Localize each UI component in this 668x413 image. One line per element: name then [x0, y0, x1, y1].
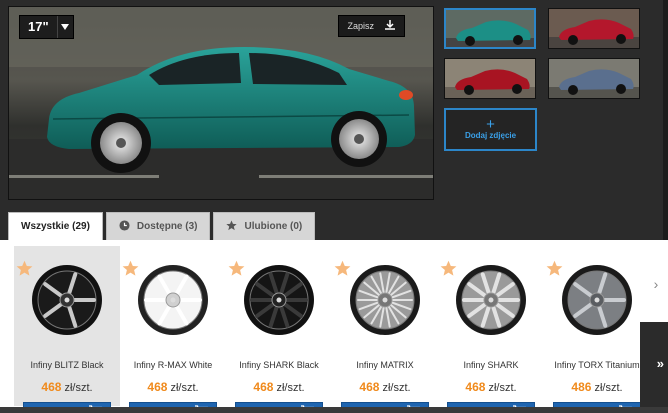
tab-favorites[interactable]: Ulubione (0) [213, 212, 316, 240]
price-amount: 468 [147, 380, 168, 394]
price-amount: 468 [41, 380, 62, 394]
wheel-image[interactable] [31, 264, 103, 336]
bottom-bar [0, 407, 668, 413]
product-price: 468 zł/szt. [332, 380, 438, 394]
price-unit: zł/szt. [167, 382, 199, 394]
favorite-star-icon[interactable] [546, 260, 563, 277]
clock-icon [119, 219, 130, 234]
price-unit: zł/szt. [485, 382, 517, 394]
wheel-rim-graphic [350, 265, 420, 335]
product-card[interactable]: Infiny TORX Titanium 486 zł/szt. Do kosz… [544, 246, 650, 413]
add-photo-label: Dodaj zdjęcie [464, 131, 517, 140]
product-name: Infiny BLITZ Black [30, 360, 104, 370]
price-amount: 468 [359, 380, 380, 394]
photo-thumbnail-2[interactable] [548, 8, 640, 49]
product-name: Infiny MATRIX [356, 360, 414, 370]
product-name: Infiny SHARK [463, 360, 519, 370]
tab-available-label: Dostępne (3) [136, 221, 198, 232]
photo-thumbnail-1[interactable] [444, 8, 536, 49]
product-name: Infiny TORX Titanium [554, 360, 640, 370]
favorite-star-icon[interactable] [122, 260, 139, 277]
wheel-image[interactable] [455, 264, 527, 336]
favorite-star-icon[interactable] [440, 260, 457, 277]
tab-all[interactable]: Wszystkie (29) [8, 212, 103, 240]
filter-tabs: Wszystkie (29) Dostępne (3) Ulubione (0) [8, 212, 316, 240]
double-chevron-right-icon[interactable]: » [657, 356, 664, 371]
favorite-star-icon[interactable] [228, 260, 245, 277]
tab-favorites-label: Ulubione (0) [244, 221, 303, 232]
chevron-down-icon [56, 16, 73, 38]
star-icon [226, 219, 238, 234]
product-card[interactable]: Infiny MATRIX 468 zł/szt. Do koszyka [332, 246, 438, 413]
product-card[interactable]: Infiny SHARK 468 zł/szt. Do koszyka [438, 246, 544, 413]
product-card[interactable]: Infiny R-MAX White 468 zł/szt. Do koszyk… [120, 246, 226, 413]
save-button[interactable]: Zapisz [338, 15, 405, 37]
product-price: 468 zł/szt. [438, 380, 544, 394]
favorite-star-icon[interactable] [334, 260, 351, 277]
product-card[interactable]: Infiny BLITZ Black 468 zł/szt. Do koszyk… [14, 246, 120, 413]
price-amount: 468 [253, 380, 274, 394]
wheel-rim-graphic [32, 265, 102, 335]
product-list: Infiny BLITZ Black 468 zł/szt. Do koszyk… [14, 246, 650, 413]
wheel-rim-graphic [244, 265, 314, 335]
wheel-rim-graphic [456, 265, 526, 335]
product-price: 468 zł/szt. [226, 380, 332, 394]
tab-available[interactable]: Dostępne (3) [105, 212, 211, 240]
price-unit: zł/szt. [379, 382, 411, 394]
plus-icon: + [486, 116, 495, 133]
product-card[interactable]: Infiny SHARK Black 468 zł/szt. Do koszyk… [226, 246, 332, 413]
rim-size-select[interactable]: 17" [19, 15, 74, 39]
product-price: 468 zł/szt. [14, 380, 120, 394]
wheel-image[interactable] [137, 264, 209, 336]
products-panel: Infiny BLITZ Black 468 zł/szt. Do koszyk… [0, 240, 668, 413]
wheel-rim-graphic [562, 265, 632, 335]
wheel-rim-graphic [138, 265, 208, 335]
price-unit: zł/szt. [61, 382, 93, 394]
product-price: 468 zł/szt. [120, 380, 226, 394]
wheel-image[interactable] [243, 264, 315, 336]
chevron-right-icon[interactable]: › [648, 264, 664, 304]
rim-size-value: 17" [28, 19, 49, 34]
photo-thumbnail-3[interactable] [444, 58, 536, 99]
price-unit: zł/szt. [591, 382, 623, 394]
product-name: Infiny R-MAX White [133, 360, 213, 370]
wheel-image[interactable] [561, 264, 633, 336]
photo-thumbnail-4[interactable] [548, 58, 640, 99]
product-name: Infiny SHARK Black [239, 360, 319, 370]
add-photo-button[interactable]: + Dodaj zdjęcie [444, 108, 537, 151]
favorite-star-icon[interactable] [16, 260, 33, 277]
wheel-image[interactable] [349, 264, 421, 336]
tab-all-label: Wszystkie (29) [21, 221, 90, 232]
price-amount: 468 [465, 380, 486, 394]
save-button-label: Zapisz [347, 21, 374, 31]
price-unit: zł/szt. [273, 382, 305, 394]
car-preview: 17" Zapisz [8, 6, 434, 200]
download-icon [384, 19, 396, 33]
price-amount: 486 [571, 380, 592, 394]
product-price: 486 zł/szt. [544, 380, 650, 394]
